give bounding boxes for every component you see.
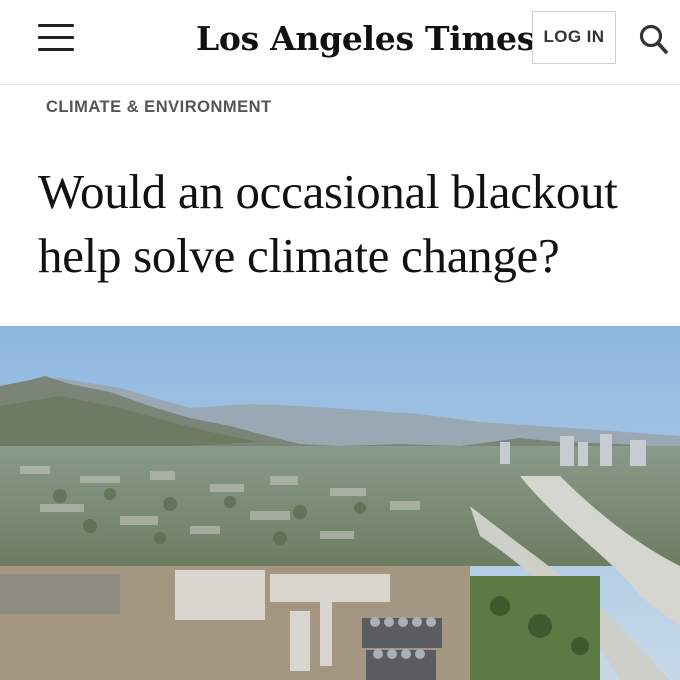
article-headline: Would an occasional blackout help solve … [38, 164, 618, 283]
hamburger-menu-icon[interactable] [38, 24, 74, 52]
login-button[interactable]: LOG IN [532, 11, 616, 64]
section-label[interactable]: CLIMATE & ENVIRONMENT [46, 96, 272, 118]
site-logo[interactable]: Los Angeles Times [196, 16, 535, 62]
hero-image [0, 326, 680, 680]
search-icon[interactable] [638, 22, 670, 56]
site-header: Los Angeles Times LOG IN [0, 0, 680, 85]
